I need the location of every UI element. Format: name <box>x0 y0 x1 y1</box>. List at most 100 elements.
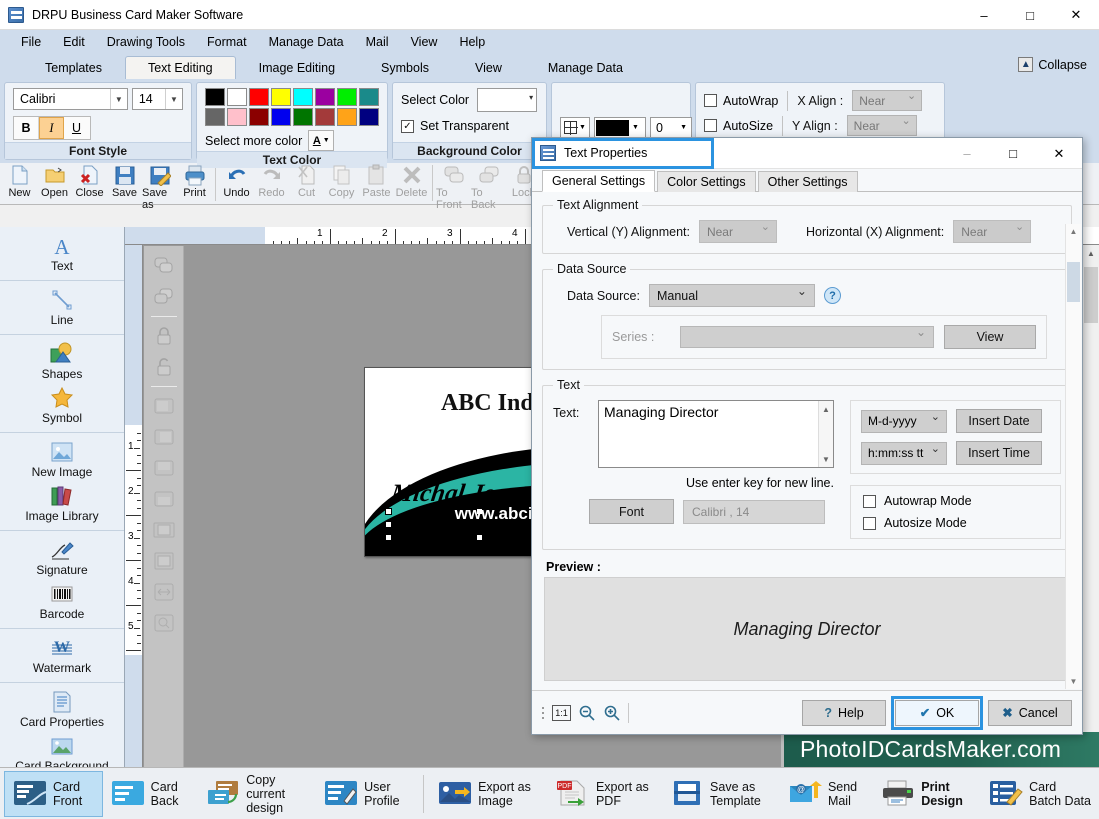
set-transparent-checkbox[interactable]: ✓ Set Transparent <box>401 119 538 133</box>
center-h-icon[interactable] <box>149 516 179 544</box>
scroll-down-arrow[interactable]: ▼ <box>819 452 833 466</box>
bottom-button-export-as-pdf[interactable]: PDF Export as PDF <box>548 771 662 817</box>
send-to-back-icon[interactable] <box>149 283 179 311</box>
color-swatch[interactable] <box>271 88 291 106</box>
autosize-checkbox[interactable]: AutoSize <box>704 119 773 133</box>
color-swatch[interactable] <box>293 108 313 126</box>
border-color-combo[interactable]: ▼ <box>594 116 646 139</box>
toolbar-button-open[interactable]: Open <box>37 163 72 203</box>
select-more-color-link[interactable]: Select more color <box>205 134 302 148</box>
color-swatch[interactable] <box>271 108 291 126</box>
unlock-icon[interactable] <box>149 353 179 381</box>
scrollbar-thumb[interactable] <box>1084 267 1098 323</box>
toolbar-button-cut[interactable]: Cut <box>289 163 324 203</box>
tab-text-editing[interactable]: Text Editing <box>124 56 236 80</box>
bottom-button-card-back[interactable]: Card Back <box>103 771 199 817</box>
tab-symbols[interactable]: Symbols <box>358 56 452 80</box>
font-name-combo[interactable]: Calibri ▼ <box>13 88 128 110</box>
bottom-button-send-mail[interactable]: @ Send Mail <box>780 771 873 817</box>
dialog-close-button[interactable]: ✕ <box>1036 138 1082 169</box>
sidebar-item-card-properties[interactable]: Card Properties <box>0 687 124 731</box>
text-input[interactable]: Managing Director ▲ ▼ <box>598 400 834 468</box>
tab-general-settings[interactable]: General Settings <box>542 170 656 192</box>
view-button[interactable]: View <box>944 325 1036 349</box>
font-size-combo[interactable]: 14 ▼ <box>131 88 183 110</box>
background-color-picker[interactable] <box>477 88 538 112</box>
sidebar-item-watermark[interactable]: W Watermark <box>0 633 124 677</box>
center-v-icon[interactable] <box>149 547 179 575</box>
lock-icon[interactable] <box>149 322 179 350</box>
tab-templates[interactable]: Templates <box>22 56 125 80</box>
italic-button[interactable]: I <box>39 117 64 139</box>
date-format-combo[interactable]: M-d-yyyy <box>861 409 947 433</box>
color-swatch[interactable] <box>337 88 357 106</box>
toolbar-button-delete[interactable]: Delete <box>394 163 429 203</box>
toolbar-button-undo[interactable]: Undo <box>219 163 254 203</box>
toolbar-button-new[interactable]: New <box>2 163 37 203</box>
bottom-button-export-as-image[interactable]: Export as Image <box>430 771 548 817</box>
toolbar-button-close[interactable]: Close <box>72 163 107 203</box>
scrollbar-thumb[interactable] <box>1067 262 1080 302</box>
toolbar-button-to-front[interactable]: To Front <box>436 163 471 211</box>
bottom-button-copy-current-design[interactable]: Copy current design <box>198 771 316 817</box>
toolbar-button-print[interactable]: Print <box>177 163 212 203</box>
autosize-mode-checkbox[interactable]: Autosize Mode <box>863 516 1048 530</box>
scroll-up-arrow[interactable]: ▲ <box>819 402 833 416</box>
align-right-icon[interactable] <box>149 423 179 451</box>
help-button[interactable]: ? Help <box>802 699 886 726</box>
color-swatch[interactable] <box>315 108 335 126</box>
color-swatch[interactable] <box>359 108 379 126</box>
insert-time-button[interactable]: Insert Time <box>956 441 1042 465</box>
zoom-icon[interactable] <box>149 609 179 637</box>
autowrap-mode-checkbox[interactable]: Autowrap Mode <box>863 494 1048 508</box>
menu-item-mail[interactable]: Mail <box>355 32 400 52</box>
color-swatch[interactable] <box>205 108 225 126</box>
color-swatch[interactable] <box>337 108 357 126</box>
menu-item-drawing-tools[interactable]: Drawing Tools <box>96 32 196 52</box>
tab-view[interactable]: View <box>452 56 525 80</box>
toolbar-button-to-back[interactable]: To Back <box>471 163 506 211</box>
scroll-up-arrow[interactable]: ▲ <box>1066 224 1081 239</box>
zoom-out-icon[interactable] <box>578 704 596 722</box>
canvas-vertical-scrollbar[interactable]: ▲ ▼ <box>1082 245 1099 767</box>
resize-handle[interactable] <box>476 534 483 541</box>
sidebar-item-signature[interactable]: Signature <box>0 535 124 579</box>
bottom-button-user-profile[interactable]: User Profile <box>316 771 417 817</box>
sidebar-item-new-image[interactable]: New Image <box>0 437 124 481</box>
menu-item-format[interactable]: Format <box>196 32 258 52</box>
dialog-scrollbar[interactable]: ▲ ▼ <box>1065 224 1081 689</box>
color-swatch[interactable] <box>227 108 247 126</box>
cancel-button[interactable]: ✖ Cancel <box>988 699 1072 726</box>
bottom-button-card-batch-data[interactable]: Card Batch Data <box>981 771 1099 817</box>
menu-item-view[interactable]: View <box>400 32 449 52</box>
tab-manage-data[interactable]: Manage Data <box>525 56 646 80</box>
toolbar-button-redo[interactable]: Redo <box>254 163 289 203</box>
time-format-combo[interactable]: h:mm:ss tt <box>861 441 947 465</box>
sidebar-item-line[interactable]: Line <box>0 285 124 329</box>
align-left-icon[interactable] <box>149 392 179 420</box>
maximize-button[interactable]: □ <box>1007 0 1053 30</box>
menu-item-file[interactable]: File <box>10 32 52 52</box>
zoom-in-icon[interactable] <box>603 704 621 722</box>
color-swatch[interactable] <box>293 88 313 106</box>
color-swatch[interactable] <box>249 108 269 126</box>
close-button[interactable]: ✕ <box>1053 0 1099 30</box>
dialog-minimize-button[interactable]: – <box>944 138 990 169</box>
bold-button[interactable]: B <box>14 117 39 139</box>
resize-icon[interactable] <box>149 578 179 606</box>
sidebar-item-text[interactable]: A Text <box>0 231 124 275</box>
zoom-reset-button[interactable]: 1:1 <box>552 704 571 721</box>
color-swatch[interactable] <box>359 88 379 106</box>
toolbar-button-copy[interactable]: Copy <box>324 163 359 203</box>
dialog-maximize-button[interactable]: □ <box>990 138 1036 169</box>
color-swatch[interactable] <box>205 88 225 106</box>
horizontal-alignment-combo[interactable]: Near <box>953 220 1032 243</box>
question-help-icon[interactable]: ? <box>823 287 841 304</box>
underline-button[interactable]: U <box>64 117 89 139</box>
ok-button[interactable]: ✔ OK <box>891 695 983 730</box>
scroll-down-arrow[interactable]: ▼ <box>1066 674 1081 689</box>
align-bottom-icon[interactable] <box>149 485 179 513</box>
tab-other-settings[interactable]: Other Settings <box>757 171 858 192</box>
color-swatch[interactable] <box>249 88 269 106</box>
toolbar-button-save-as[interactable]: Save as <box>142 163 177 211</box>
